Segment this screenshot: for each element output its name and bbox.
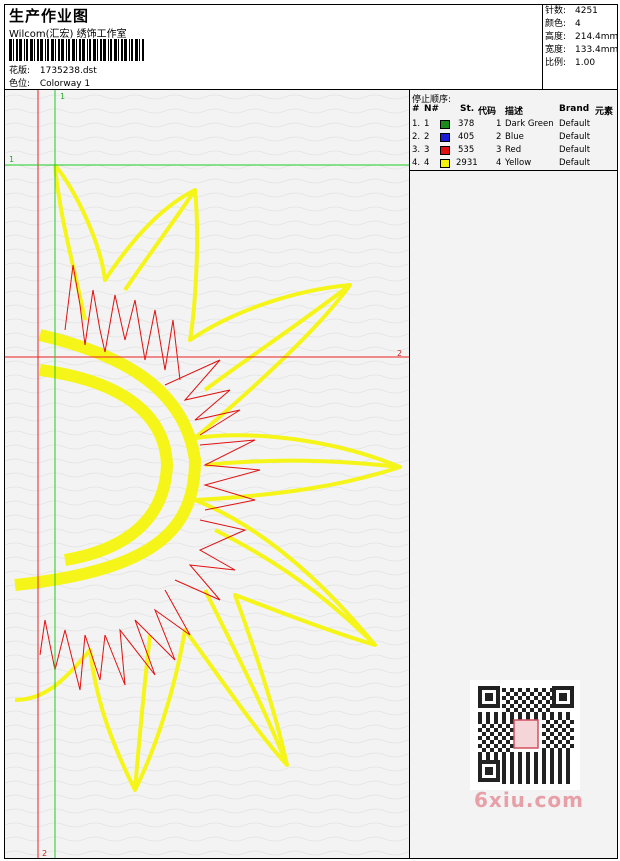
canvas-texture <box>5 90 409 858</box>
color-swatch-red <box>440 146 450 155</box>
col-code: 代码 <box>478 107 497 117</box>
pattern-line: 花版: 1735238.dst <box>9 63 97 76</box>
table-row: 1. 1 378 1 Dark Green Default <box>412 119 591 129</box>
qr-code[interactable] <box>470 680 580 790</box>
company-name: Wilcom(汇宏) 绣饰工作室 <box>9 29 127 40</box>
page-title: 生产作业图 <box>9 7 90 25</box>
colorway-value: Colorway 1 <box>39 79 91 89</box>
embroidery-drawing: 1 1 2 2 <box>5 90 409 858</box>
stats-box: 针数: 4251 颜色: 4 高度: 214.4mm 宽度: 133.4mm 比例: 1.… <box>542 5 618 89</box>
qr-logo-seal <box>513 719 539 749</box>
pattern-label: 花版: <box>9 66 31 76</box>
col-desc: 描述 <box>505 107 524 117</box>
stat-width: 宽度: 133.4mm <box>545 45 619 55</box>
col-hash: # <box>412 104 420 114</box>
col-element: 元素 <box>595 107 614 117</box>
guide-label-red-v: 2 <box>42 849 47 858</box>
stat-scale: 比例: 1.00 <box>545 58 596 68</box>
pattern-value: 1735238.dst <box>39 66 97 76</box>
stat-colors: 颜色: 4 <box>545 19 581 29</box>
table-row: 2. 2 405 2 Blue Default <box>412 132 591 142</box>
watermark-text: 6xiu.com <box>474 788 584 812</box>
col-n: N# <box>424 104 440 114</box>
color-swatch-yellow <box>440 159 450 168</box>
guide-label-green-h: 1 <box>9 155 14 164</box>
barcode <box>9 39 144 61</box>
color-swatch-blue <box>440 133 450 142</box>
col-brand: Brand <box>559 104 590 114</box>
col-st: St. <box>460 104 475 114</box>
colorway-label: 色位: <box>9 79 31 89</box>
header: 生产作业图 Wilcom(汇宏) 绣饰工作室 花版: 1735238.dst 色… <box>5 5 618 90</box>
table-row: 3. 3 535 3 Red Default <box>412 145 591 155</box>
design-canvas[interactable]: 1 1 2 2 <box>5 90 410 858</box>
stat-height: 高度: 214.4mm <box>545 32 619 42</box>
guide-label-red-h: 2 <box>397 349 402 358</box>
panel-divider <box>410 170 617 171</box>
colorway-line: 色位: Colorway 1 <box>9 76 90 89</box>
guide-label-green-v: 1 <box>60 92 65 101</box>
color-swatch-dark-green <box>440 120 450 129</box>
stat-stitches: 针数: 4251 <box>545 6 598 16</box>
stop-table-header: # N# St. 代码 描述 Brand 元素 <box>410 104 617 117</box>
table-row: 4. 4 2931 4 Yellow Default <box>412 158 591 168</box>
